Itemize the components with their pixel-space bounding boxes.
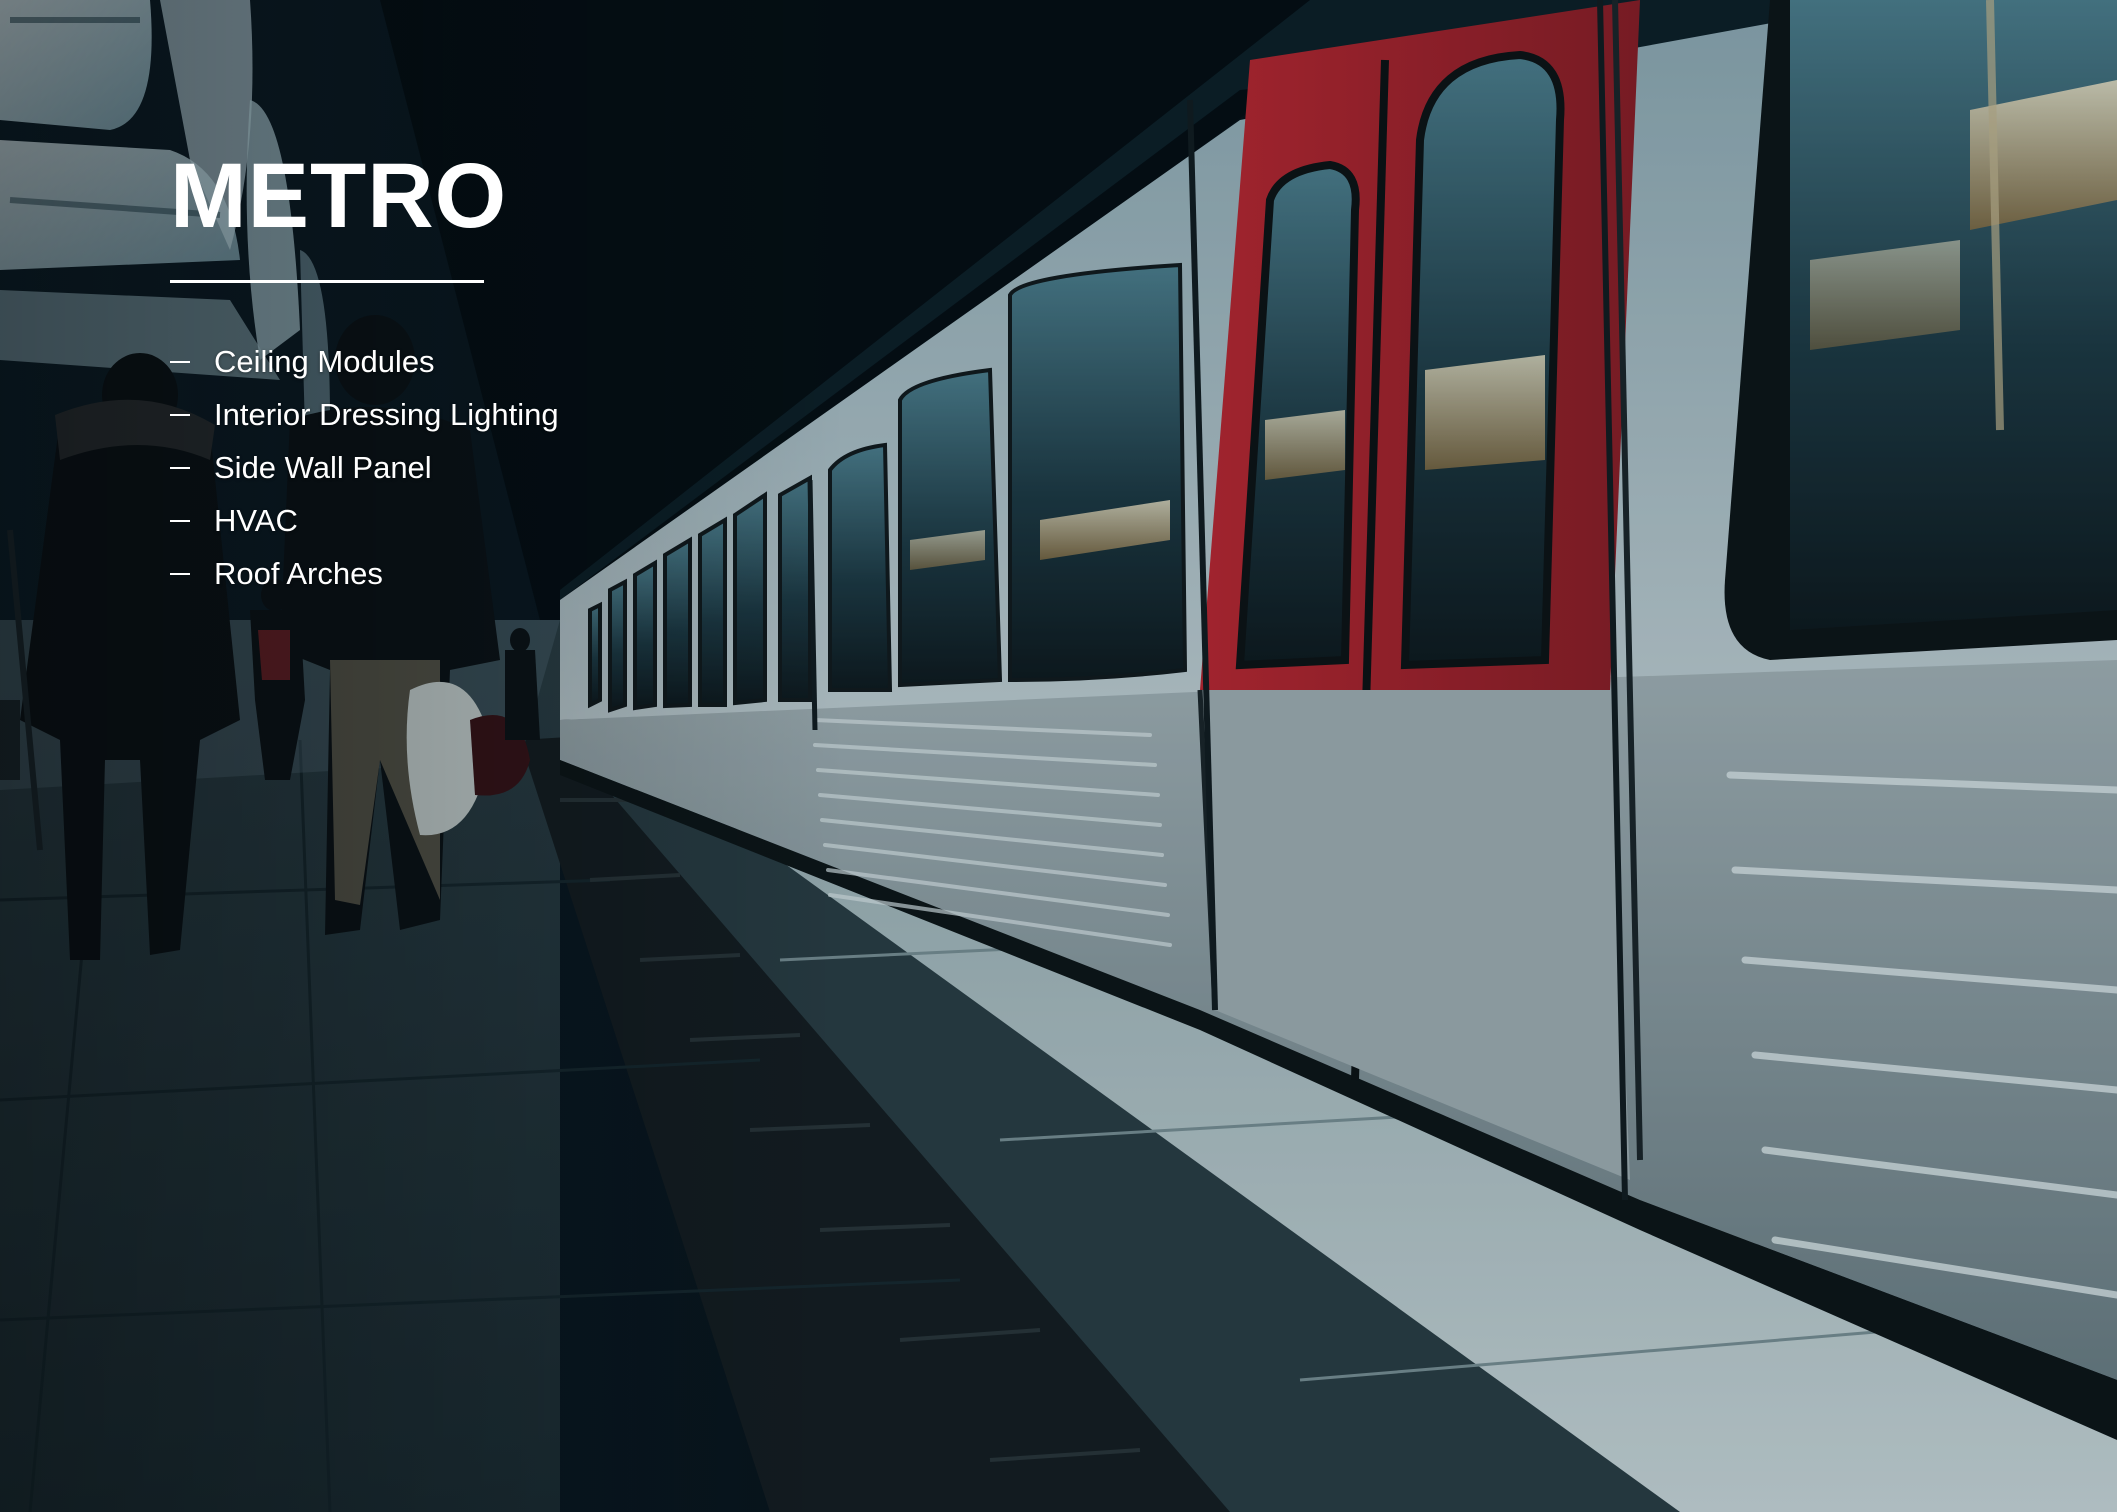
dash-icon [170, 360, 190, 363]
list-item-label: HVAC [214, 502, 298, 538]
dash-icon [170, 519, 190, 522]
feature-list: Ceiling Modules Interior Dressing Lighti… [170, 335, 870, 600]
list-item-label: Interior Dressing Lighting [214, 396, 559, 432]
list-item: HVAC [170, 494, 870, 547]
list-item: Side Wall Panel [170, 441, 870, 494]
title-underline [170, 280, 484, 283]
list-item-label: Roof Arches [214, 555, 383, 591]
page-title: METRO [170, 145, 508, 247]
list-item: Roof Arches [170, 547, 870, 600]
list-item-label: Ceiling Modules [214, 343, 435, 379]
dash-icon [170, 413, 190, 416]
list-item: Interior Dressing Lighting [170, 388, 870, 441]
dash-icon [170, 466, 190, 469]
dash-icon [170, 572, 190, 575]
list-item-label: Side Wall Panel [214, 449, 432, 485]
title-overlay: METRO Ceiling Modules Interior Dressing … [170, 140, 870, 600]
list-item: Ceiling Modules [170, 335, 870, 388]
